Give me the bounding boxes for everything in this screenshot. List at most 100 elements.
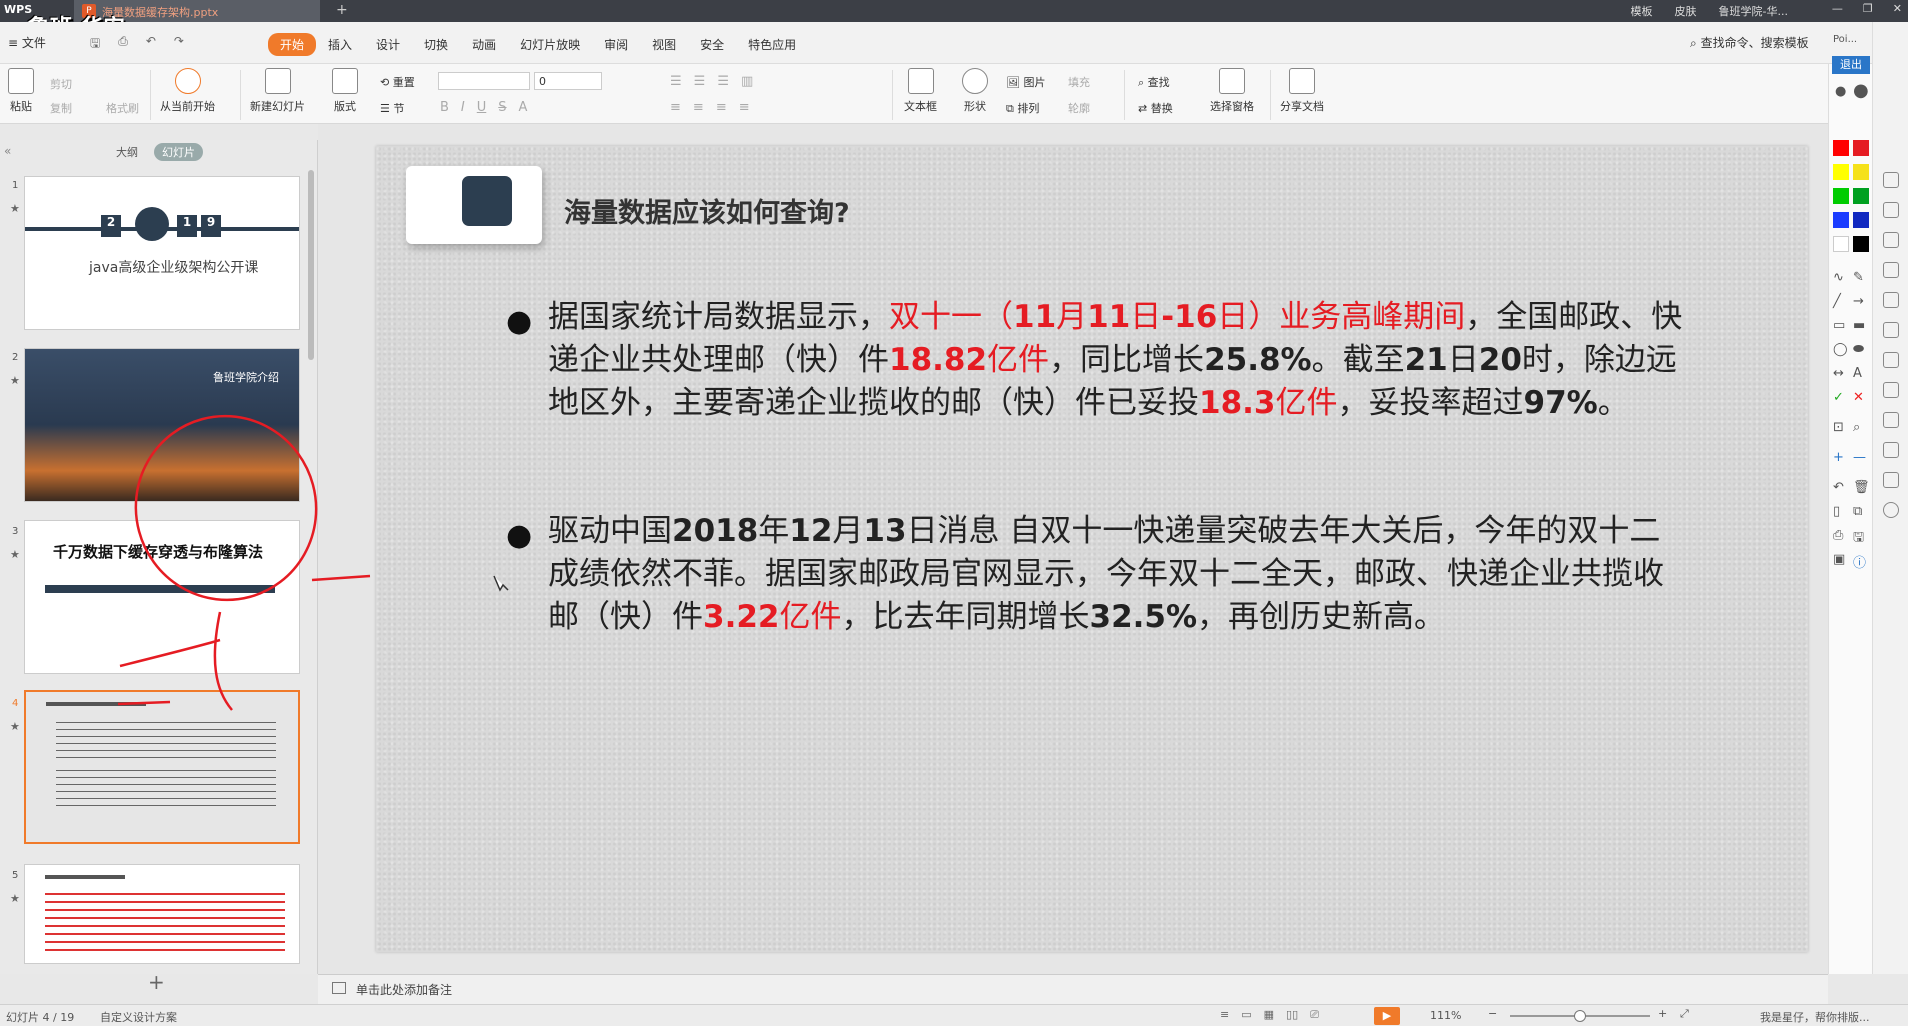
reset-button[interactable]: ⟲ 重置 (380, 74, 415, 90)
exit-button[interactable]: 退出 (1832, 56, 1870, 74)
sidebar-share-icon[interactable] (1883, 382, 1899, 398)
font-color-button[interactable]: A (519, 100, 528, 115)
print-pen-icon[interactable]: ⎙ (1833, 528, 1843, 543)
ellipse-icon[interactable]: ◯ (1833, 342, 1848, 357)
restore-icon[interactable]: ❐ (1863, 2, 1873, 15)
paragraph-1[interactable]: 据国家统计局数据显示，双十一（11月11日-16日）业务高峰期间，全国邮政、快递… (548, 296, 1688, 425)
sidebar-audio-icon[interactable] (1883, 442, 1899, 458)
redo-icon[interactable]: ↷ (174, 34, 184, 55)
indent-icon[interactable]: ☰ (717, 74, 729, 89)
tab-home[interactable]: 开始 (268, 33, 317, 56)
tab-view[interactable]: 视图 (640, 33, 688, 56)
reading-view-icon[interactable]: ▯▯ (1286, 1008, 1298, 1022)
tab-animation[interactable]: 动画 (460, 33, 508, 56)
sidebar-star-icon[interactable] (1883, 172, 1899, 188)
color-swatch[interactable] (1853, 188, 1869, 204)
filled-rect-icon[interactable]: ▬ (1853, 318, 1865, 333)
collapse-panel-icon[interactable]: « (4, 144, 11, 158)
align-right-icon[interactable]: ≡ (716, 100, 727, 115)
tab-slides[interactable]: 幻灯片 (154, 143, 203, 161)
fill-button[interactable]: 填充 (1068, 74, 1090, 90)
cross-icon[interactable]: ✕ (1853, 390, 1864, 405)
print-icon[interactable]: ⎙ (118, 34, 128, 55)
plus-icon[interactable]: + (1833, 450, 1844, 465)
underline-button[interactable]: U (477, 100, 487, 115)
double-arrow-icon[interactable]: ↔ (1833, 366, 1844, 381)
add-slide-icon[interactable]: + (148, 970, 165, 994)
sidebar-clock-icon[interactable] (1883, 472, 1899, 488)
color-swatch[interactable] (1853, 212, 1869, 228)
paste-button[interactable]: 粘贴 (8, 68, 34, 114)
slide-thumb-5[interactable] (24, 864, 300, 964)
slide-thumb-4[interactable] (24, 690, 300, 844)
textbox-button[interactable]: 文本框 (904, 68, 937, 114)
arrow-icon[interactable]: → (1853, 294, 1864, 309)
color-swatch[interactable] (1833, 140, 1849, 156)
crop-icon[interactable]: ⊡ (1833, 420, 1844, 435)
tab-slideshow[interactable]: 幻灯片放映 (508, 33, 592, 56)
color-swatch[interactable] (1833, 236, 1849, 252)
bold-button[interactable]: B (440, 100, 449, 115)
sidebar-settings-icon[interactable] (1883, 262, 1899, 278)
sorter-view-icon[interactable]: ▦ (1264, 1008, 1274, 1022)
layout-button[interactable]: 版式 (332, 68, 358, 114)
eraser-icon[interactable]: ✎ (1853, 270, 1864, 285)
zoom-in-icon[interactable]: + (1658, 1007, 1667, 1020)
new-tab-icon[interactable]: + (336, 2, 348, 18)
share-button[interactable]: 分享文档 (1280, 68, 1324, 114)
presenter-icon[interactable]: ⎚ (1310, 1008, 1319, 1022)
color-swatch[interactable] (1853, 140, 1869, 156)
columns-icon[interactable]: ▥ (741, 74, 753, 89)
slideshow-play-button[interactable]: ▶ (1374, 1007, 1400, 1025)
sidebar-shape-icon[interactable] (1883, 232, 1899, 248)
tab-security[interactable]: 安全 (688, 33, 736, 56)
info-icon[interactable]: ⓘ (1853, 552, 1866, 571)
color-swatch[interactable] (1853, 236, 1869, 252)
minus-icon[interactable]: — (1853, 450, 1866, 465)
template-button[interactable]: 模板 (1631, 3, 1653, 19)
undo-icon[interactable]: ↶ (146, 34, 156, 55)
font-size-select[interactable]: 0 (534, 72, 602, 90)
minimize-icon[interactable]: — (1832, 2, 1843, 15)
slide-thumb-3[interactable]: 千万数据下缓存穿透与布隆算法 (24, 520, 300, 674)
cut-button[interactable]: 剪切 (50, 76, 72, 92)
save-icon[interactable]: 🖫 (90, 34, 100, 55)
bullets-icon[interactable]: ☰ (670, 74, 682, 89)
align-left-icon[interactable]: ≡ (670, 100, 681, 115)
text-tool-icon[interactable]: A (1853, 366, 1862, 381)
section-button[interactable]: ☰ 节 (380, 100, 404, 116)
notes-toggle-icon[interactable]: ≡ (1220, 1008, 1229, 1022)
slide-thumb-1[interactable]: 2 1 9 java高级企业级架构公开课 (24, 176, 300, 330)
screen-icon[interactable]: ▣ (1833, 552, 1845, 567)
selection-pane-button[interactable]: 选择窗格 (1210, 68, 1254, 114)
copy-pen-icon[interactable]: ⧉ (1853, 504, 1862, 519)
sidebar-help-icon[interactable] (1883, 502, 1899, 518)
picture-button[interactable]: 🖼 图片 (1006, 74, 1045, 90)
account-button[interactable]: 鲁班学院-华... (1719, 3, 1788, 19)
check-icon[interactable]: ✓ (1833, 390, 1844, 405)
find-button[interactable]: ⌕ 查找 (1138, 74, 1170, 90)
color-swatch[interactable] (1853, 164, 1869, 180)
filled-ellipse-icon[interactable]: ⬬ (1853, 342, 1864, 357)
file-menu[interactable]: ≡ 文件 (8, 34, 46, 51)
normal-view-icon[interactable]: ▭ (1241, 1008, 1251, 1022)
copy-button[interactable]: 复制 (50, 100, 72, 116)
slide-thumb-2[interactable]: 鲁班学院介绍 (24, 348, 300, 502)
zoom-out-icon[interactable]: − (1488, 1007, 1497, 1020)
slide-canvas[interactable]: 海量数据应该如何查询? ● 据国家统计局数据显示，双十一（11月11日-16日）… (376, 146, 1808, 952)
color-swatch[interactable] (1833, 164, 1849, 180)
large-dot-icon[interactable]: ● (1853, 80, 1869, 101)
pen-icon[interactable]: ∿ (1833, 270, 1844, 285)
arrange-button[interactable]: ⧉ 排列 (1006, 100, 1039, 116)
zoom-slider-handle[interactable] (1574, 1010, 1586, 1022)
sidebar-copy-icon[interactable] (1883, 292, 1899, 308)
zoom-level[interactable]: 111% (1430, 1009, 1461, 1022)
notes-pane[interactable]: 单击此处添加备注 (318, 974, 1828, 1004)
undo-pen-icon[interactable]: ↶ (1833, 480, 1844, 495)
format-painter-button[interactable]: 格式刷 (106, 100, 139, 116)
color-swatch[interactable] (1833, 212, 1849, 228)
trash-icon[interactable]: 🗑 (1853, 480, 1870, 495)
fit-window-icon[interactable]: ⤢ (1680, 1007, 1689, 1021)
italic-button[interactable]: I (461, 100, 465, 115)
justify-icon[interactable]: ≡ (739, 100, 750, 115)
